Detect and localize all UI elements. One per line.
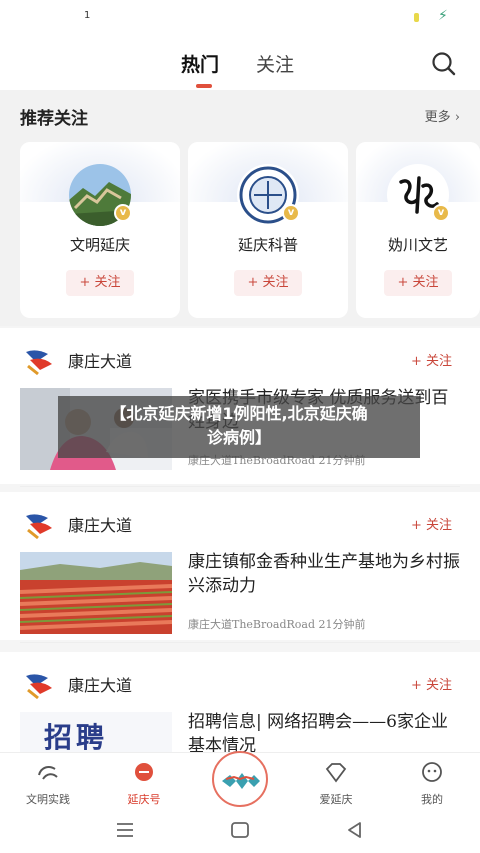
tab-hot[interactable]: 热门	[181, 50, 219, 77]
top-nav: 热门 关注	[0, 36, 480, 90]
center-logo-icon	[222, 773, 260, 789]
tab-follow[interactable]: 关注	[256, 50, 294, 77]
follow-button[interactable]: + 关注	[411, 674, 452, 693]
follow-button[interactable]: + 关注	[234, 270, 302, 296]
nav-item-love-yanqing[interactable]: 爱延庆	[296, 761, 376, 807]
profile-icon	[422, 762, 442, 782]
verified-badge-icon: v	[114, 204, 132, 222]
search-icon[interactable]	[430, 50, 458, 76]
kangzhuang-logo-icon	[26, 514, 52, 540]
status-bar: 1 ⚡	[0, 0, 480, 36]
feed-item[interactable]: 康庄大道 + 关注 招聘 招聘信息| 网络招聘会——6家企业基本情况	[0, 652, 480, 756]
active-tab-indicator	[196, 84, 212, 88]
back-icon[interactable]	[346, 821, 364, 839]
recommend-card-kepu[interactable]: v 延庆科普 + 关注	[188, 142, 348, 318]
charging-bolt-icon: ⚡	[438, 8, 448, 24]
headline-overlay: 【北京延庆新增1例阳性,北京延庆确 诊病例】	[58, 396, 420, 458]
news-headline[interactable]: 招聘信息| 网络招聘会——6家企业基本情况	[188, 710, 460, 758]
follow-button[interactable]: + 关注	[384, 270, 452, 296]
divider	[20, 486, 460, 487]
card-name: 延庆科普	[237, 236, 298, 254]
menu-icon[interactable]	[116, 822, 134, 838]
divider	[20, 642, 460, 643]
yanqing-hao-icon	[135, 763, 153, 781]
nav-label: 延庆号	[127, 793, 161, 806]
kangzhuang-logo-icon	[26, 674, 52, 700]
recommend-card-guichuan[interactable]: v 妫川文艺 + 关注	[356, 142, 480, 318]
news-thumbnail	[20, 552, 172, 634]
recommend-title: 推荐关注	[20, 109, 88, 129]
nav-item-mine[interactable]: 我的	[392, 761, 472, 807]
nav-item-civilization[interactable]: 文明实践	[8, 761, 88, 807]
civilization-logo-icon	[38, 766, 58, 780]
system-nav-bar	[0, 810, 480, 853]
news-meta: 康庄大道TheBroadRoad 21分钟前	[188, 618, 366, 631]
source-name[interactable]: 康庄大道	[68, 512, 132, 536]
bottom-nav: 文明实践 延庆号 爱延庆 我的	[0, 751, 480, 810]
nav-item-yanqing-hao[interactable]: 延庆号	[104, 761, 184, 807]
overlay-line-1: 【北京延庆新增1例阳性,北京延庆确	[110, 404, 368, 423]
feed-item[interactable]: 康庄大道 + 关注 康庄镇郁金香种业生产基地为乡村振兴添动力 康庄大道TheBr…	[0, 492, 480, 640]
home-icon[interactable]	[230, 821, 250, 839]
nav-label: 我的	[421, 793, 443, 806]
recommend-card-wenming[interactable]: v 文明延庆 + 关注	[20, 142, 180, 318]
center-logo-button[interactable]	[212, 751, 268, 807]
card-name: 文明延庆	[69, 236, 130, 254]
source-name[interactable]: 康庄大道	[68, 348, 132, 372]
news-headline[interactable]: 康庄镇郁金香种业生产基地为乡村振兴添动力	[188, 550, 460, 598]
recommend-panel: 推荐关注 更多 › v 文明延庆 + 关注 v 延庆科普 + 关注 v 妫川文艺…	[0, 90, 480, 326]
recruit-thumb-text: 招聘	[44, 721, 109, 754]
follow-button[interactable]: + 关注	[411, 514, 452, 533]
nav-label: 爱延庆	[319, 793, 353, 806]
news-thumbnail: 招聘	[20, 712, 172, 756]
recommend-more-link[interactable]: 更多 ›	[425, 106, 460, 125]
verified-badge-icon: v	[282, 204, 300, 222]
verified-badge-icon: v	[432, 204, 450, 222]
status-left-text: 1	[84, 10, 91, 21]
diamond-icon	[325, 763, 347, 783]
overlay-line-2: 诊病例】	[206, 428, 271, 447]
follow-button[interactable]: + 关注	[66, 270, 134, 296]
card-name: 妫川文艺	[387, 236, 448, 254]
source-name[interactable]: 康庄大道	[68, 672, 132, 696]
nav-label: 文明实践	[26, 793, 70, 806]
tulip-field-photo-icon	[20, 552, 172, 634]
follow-button[interactable]: + 关注	[411, 350, 452, 369]
kangzhuang-logo-icon	[26, 350, 52, 376]
battery-dot-icon	[414, 13, 419, 22]
